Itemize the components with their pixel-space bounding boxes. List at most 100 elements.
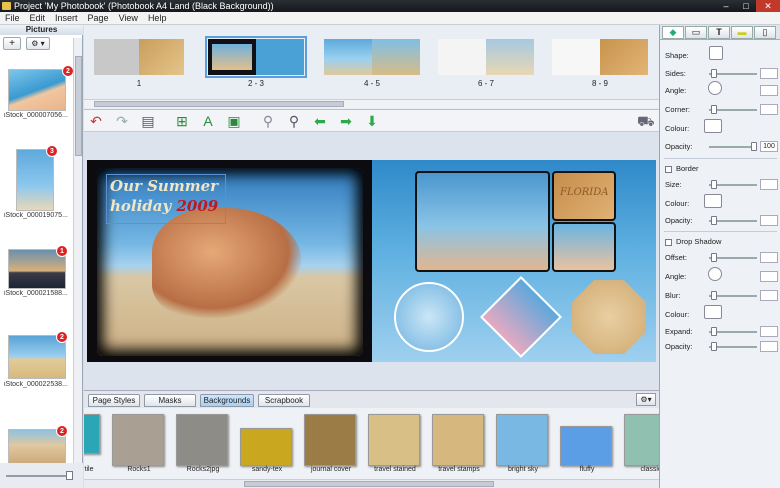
shadow-checkbox[interactable] (665, 239, 672, 246)
picture-item[interactable]: 2 (6, 423, 68, 467)
maximize-button[interactable]: □ (736, 0, 756, 12)
angle-value[interactable] (760, 85, 778, 96)
add-page-icon[interactable]: ⊞ (174, 113, 190, 129)
pictures-scroll-thumb[interactable] (75, 56, 82, 156)
menu-page[interactable]: Page (83, 12, 114, 25)
sides-value[interactable] (760, 68, 778, 79)
background-item[interactable]: classic (624, 414, 659, 473)
backgrounds-scroll-thumb[interactable] (244, 481, 494, 487)
angle-dial[interactable] (708, 81, 722, 95)
pictures-scrollbar[interactable] (73, 38, 82, 463)
border-size-slider[interactable] (709, 180, 757, 189)
ruler-tab-icon[interactable]: ▬ (731, 26, 753, 39)
shadow-angle-value[interactable] (760, 271, 778, 282)
offset-value[interactable] (760, 252, 778, 263)
text-tab-icon[interactable]: T (708, 26, 730, 39)
zoom-out-icon[interactable]: ⚲ (260, 113, 276, 129)
menu-file[interactable]: File (0, 12, 25, 25)
zoom-in-icon[interactable]: ⚲ (286, 113, 302, 129)
menu-view[interactable]: View (114, 12, 143, 25)
backgrounds-scrollbar[interactable] (84, 479, 659, 488)
colour-picker[interactable] (704, 119, 722, 133)
background-item[interactable]: sandy-tex (240, 414, 294, 473)
background-item[interactable]: fluffy (560, 414, 614, 473)
library-options-button[interactable]: ⚙▾ (636, 393, 656, 406)
page-tab-icon[interactable]: ▯ (754, 26, 776, 39)
picture-item[interactable]: 1 iStock_000021588... (4, 243, 68, 303)
picture-options-button[interactable]: ⚙ ▾ (26, 37, 50, 50)
right-page[interactable]: FLORIDA (372, 160, 656, 362)
sides-knob[interactable] (711, 69, 717, 78)
sides-slider[interactable] (709, 69, 757, 78)
tab-page-styles[interactable]: Page Styles (88, 394, 140, 407)
girl-diamond-photo[interactable] (479, 275, 563, 359)
border-size-knob[interactable] (711, 180, 717, 189)
opacity-value[interactable]: 100 (760, 141, 778, 152)
background-item[interactable]: travel stamps (432, 414, 486, 473)
expand-value[interactable] (760, 326, 778, 337)
menu-help[interactable]: Help (143, 12, 172, 25)
menu-edit[interactable]: Edit (25, 12, 51, 25)
offset-knob[interactable] (711, 253, 717, 262)
picture-item[interactable]: 3 iStock_000019075... (4, 145, 68, 225)
corner-slider[interactable] (709, 105, 757, 114)
florida-sand-photo[interactable]: FLORIDA (552, 171, 616, 221)
minimize-button[interactable]: – (716, 0, 736, 12)
add-text-icon[interactable]: A (200, 113, 216, 129)
page-strip-scrollbar[interactable] (84, 99, 659, 108)
border-opacity-knob[interactable] (711, 216, 717, 225)
undo-icon[interactable]: ↶ (88, 113, 104, 129)
picture-item[interactable]: 2 iStock_000007056... (4, 65, 74, 125)
shadow-colour-picker[interactable] (704, 305, 722, 319)
border-size-value[interactable] (760, 179, 778, 190)
add-picture-icon[interactable]: ▣ (226, 113, 242, 129)
shadow-opacity-value[interactable] (760, 341, 778, 352)
corner-value[interactable] (760, 104, 778, 115)
offset-slider[interactable] (709, 253, 757, 262)
tab-masks[interactable]: Masks (144, 394, 196, 407)
shadow-opacity-slider[interactable] (709, 342, 757, 351)
background-item[interactable]: travel stained (368, 414, 422, 473)
expand-slider[interactable] (709, 327, 757, 336)
shadow-angle-dial[interactable] (708, 267, 722, 281)
blur-slider[interactable] (709, 291, 757, 300)
frame-tab-icon[interactable]: ▭ (685, 26, 707, 39)
picture-item[interactable]: 2 iStock_000022538... (4, 331, 68, 391)
background-item[interactable]: Rocks2jpg (176, 414, 230, 473)
redo-icon[interactable]: ↷ (114, 113, 130, 129)
background-item[interactable]: tile (84, 414, 104, 473)
tab-scrapbook[interactable]: Scrapbook (258, 394, 310, 407)
spread-thumb-8-9[interactable]: 8 - 9 (552, 39, 648, 88)
cart-icon[interactable]: ⛟ (637, 113, 655, 129)
kids-photo[interactable] (415, 171, 550, 272)
next-page-icon[interactable]: ➡ (338, 113, 354, 129)
tab-backgrounds[interactable]: Backgrounds (200, 394, 254, 407)
zoom-slider[interactable] (6, 475, 72, 477)
delete-icon[interactable]: ▤ (140, 113, 156, 129)
shadow-opacity-knob[interactable] (711, 342, 717, 351)
spread-thumb-1[interactable]: 1 (94, 39, 184, 88)
starfish-octagon-photo[interactable] (572, 280, 646, 354)
jumping-circle-photo[interactable] (394, 282, 464, 352)
add-picture-button[interactable]: + (3, 37, 21, 50)
background-item[interactable]: bright sky (496, 414, 550, 473)
shape-picker[interactable] (709, 46, 723, 60)
opacity-knob[interactable] (751, 142, 757, 151)
download-icon[interactable]: ⬇ (364, 113, 380, 129)
border-opacity-slider[interactable] (709, 216, 757, 225)
blur-knob[interactable] (711, 291, 717, 300)
blur-value[interactable] (760, 290, 778, 301)
fill-tab-icon[interactable]: ◆ (662, 26, 684, 39)
border-colour-picker[interactable] (704, 194, 722, 208)
spread-thumb-4-5[interactable]: 4 - 5 (324, 39, 420, 88)
corner-knob[interactable] (711, 105, 717, 114)
zoom-slider-knob[interactable] (66, 471, 73, 480)
page-strip-scroll-thumb[interactable] (94, 101, 344, 107)
background-item[interactable]: journal cover (304, 414, 358, 473)
spread-thumb-6-7[interactable]: 6 - 7 (438, 39, 534, 88)
border-checkbox[interactable] (665, 166, 672, 173)
left-page[interactable]: Our Summer holiday 2009 (87, 160, 372, 362)
close-button[interactable]: ✕ (756, 0, 780, 12)
border-opacity-value[interactable] (760, 215, 778, 226)
background-item[interactable]: Rocks1 (112, 414, 166, 473)
